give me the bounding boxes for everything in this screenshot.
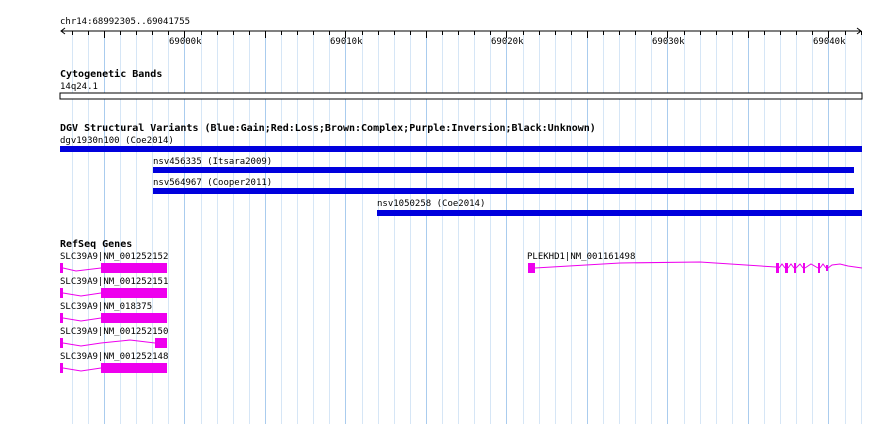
cytoband-bar[interactable] [59,92,863,100]
track-title-cytoband: Cytogenetic Bands [60,68,162,80]
gene-model[interactable] [60,338,167,348]
gene-label[interactable]: SLC39A9|NM_001252151 [60,277,168,287]
tick-label: 69020k [491,37,524,47]
gene-label[interactable]: SLC39A9|NM_018375 [60,302,152,312]
variant-label[interactable]: nsv456335 (Itsara2009) [153,157,272,167]
gene-model[interactable] [60,313,167,323]
variant-label[interactable]: dgv1930n100 (Coe2014) [60,136,174,146]
refseq-track: RefSeq Genes SLC39A9|NM_001252152 SLC39A… [60,239,863,373]
variant-label[interactable]: nsv1050258 (Coe2014) [377,199,485,209]
tick-label: 69010k [330,37,363,47]
band-label[interactable]: 14q24.1 [60,82,98,92]
genome-track-canvas: chr14:68992305..69041755 69000k 69010k 6… [59,17,863,424]
gene-label[interactable]: SLC39A9|NM_001252150 [60,327,168,337]
dgv-track: DGV Structural Variants (Blue:Gain;Red:L… [60,122,862,216]
tick-label: 69030k [652,37,685,47]
gene-model[interactable] [60,363,167,373]
track-title-refseq: RefSeq Genes [60,239,132,250]
gene-model[interactable] [60,263,167,273]
gene-label[interactable]: SLC39A9|NM_001252148 [60,352,168,362]
grid-lines [72,31,862,424]
gene-label[interactable]: PLEKHD1|NM_001161498 [527,252,635,262]
variant-bar[interactable] [153,167,854,173]
tick-label: 69000k [169,37,202,47]
cytoband-track: Cytogenetic Bands 14q24.1 [59,68,863,100]
genome-browser-view: chr14:68992305..69041755 69000k 69010k 6… [0,0,890,424]
ruler: chr14:68992305..69041755 69000k 69010k 6… [60,17,862,47]
variant-label[interactable]: nsv564967 (Cooper2011) [153,178,272,188]
variant-bar[interactable] [60,146,862,152]
position-label: chr14:68992305..69041755 [60,17,190,27]
gene-model[interactable] [60,288,167,298]
variant-bar[interactable] [153,188,854,194]
gene-model[interactable] [528,261,863,273]
variant-bar[interactable] [377,210,862,216]
tick-label: 69040k [813,37,846,47]
gene-label[interactable]: SLC39A9|NM_001252152 [60,252,168,262]
track-title-dgv: DGV Structural Variants (Blue:Gain;Red:L… [60,122,596,134]
